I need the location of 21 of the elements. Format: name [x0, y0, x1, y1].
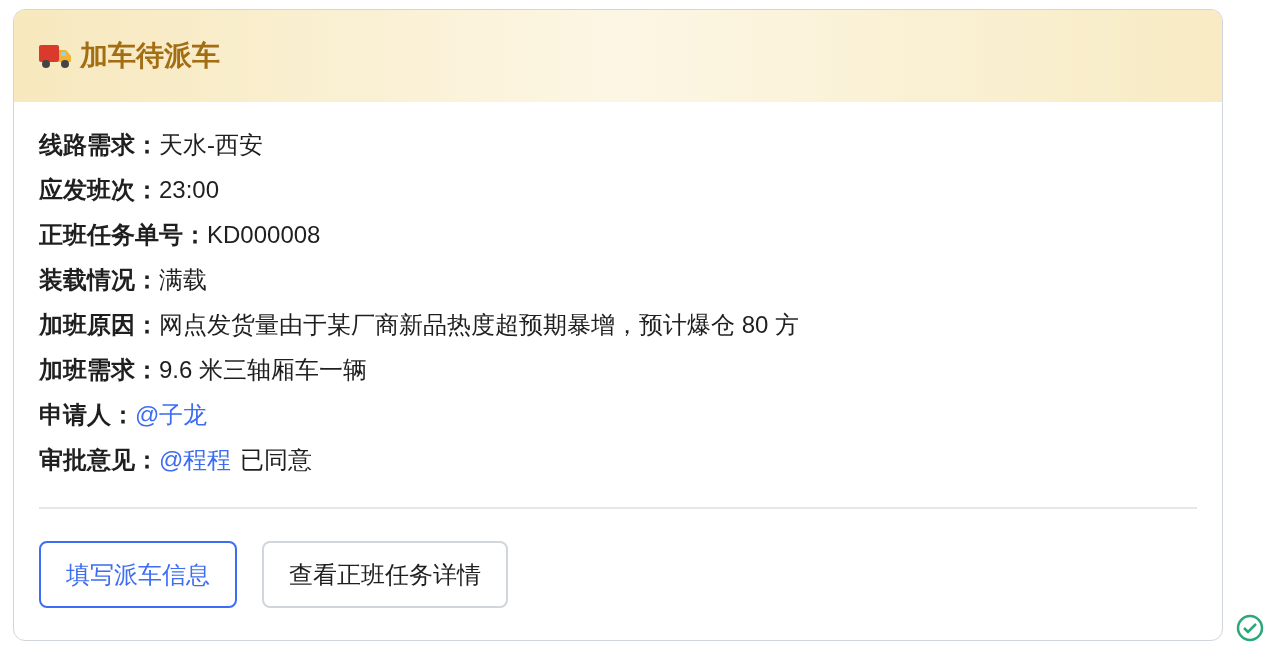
field-label: 装载情况：: [39, 264, 159, 295]
field-value: 天水-西安: [159, 129, 263, 160]
card-title: 加车待派车: [80, 39, 220, 73]
field-value: 已同意: [240, 444, 313, 475]
field-label: 申请人：: [39, 399, 135, 430]
field-label: 线路需求：: [39, 129, 159, 160]
field-label: 审批意见：: [39, 444, 159, 475]
field-value: KD000008: [207, 219, 321, 250]
secondary-button[interactable]: 查看正班任务详情: [262, 541, 508, 608]
field-value: 满载: [159, 264, 207, 295]
field-value: 9.6 米三轴厢车一辆: [159, 354, 368, 385]
field-value: 23:00: [159, 174, 220, 205]
primary-button[interactable]: 填写派车信息: [39, 541, 237, 608]
field-value: 网点发货量由于某厂商新品热度超预期暴增，预计爆仓 80 方: [159, 309, 800, 340]
mention-link[interactable]: @子龙: [135, 396, 208, 433]
mention-link[interactable]: @程程: [159, 441, 232, 478]
field-label: 应发班次：: [39, 174, 159, 205]
field-label: 加班需求：: [39, 354, 159, 385]
check-circle-icon: [1236, 614, 1264, 642]
field-label: 正班任务单号：: [39, 219, 207, 250]
field-label: 加班原因：: [39, 309, 159, 340]
